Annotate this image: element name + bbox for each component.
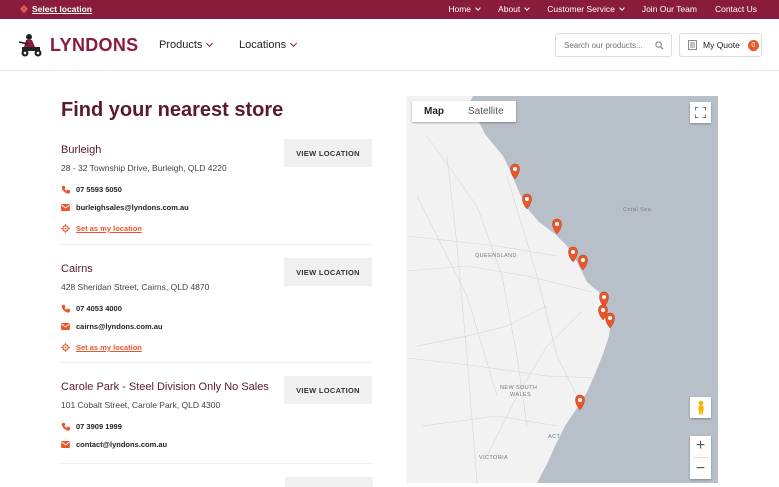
divider — [61, 463, 372, 464]
zoom-controls: + − — [690, 436, 711, 479]
store-email-row: contact@lyndons.com.au — [61, 440, 372, 449]
set-as-my-location-link[interactable]: Set as my location — [61, 224, 372, 233]
location-target-icon — [20, 5, 28, 13]
view-location-button[interactable]: VIEW LOCATION — [284, 139, 372, 167]
top-nav-customer-service[interactable]: Customer Service — [547, 4, 625, 14]
my-quote-button[interactable]: My Quote 0 — [679, 33, 762, 57]
phone-icon — [61, 422, 70, 431]
map-pin[interactable] — [575, 394, 585, 411]
email-icon — [61, 441, 70, 448]
store-card-burleigh: Burleigh 28 - 32 Township Drive, Burleig… — [61, 139, 372, 239]
map-markers — [510, 163, 615, 411]
chevron-down-icon — [475, 4, 481, 11]
top-nav-customer-service-label: Customer Service — [547, 4, 615, 14]
top-nav-contact-us[interactable]: Contact Us — [715, 4, 757, 14]
store-card-carole-park: Carole Park - Steel Division Only No Sal… — [61, 376, 372, 456]
set-as-my-location-label: Set as my location — [76, 224, 142, 233]
search-input[interactable] — [556, 34, 651, 56]
site-header: LYNDONS Products Locations My Quote 0 — [0, 19, 779, 71]
view-location-button[interactable]: VIEW LOCATION — [284, 258, 372, 286]
store-phone[interactable]: 07 3909 1999 — [76, 422, 122, 431]
select-location-link[interactable]: Select location — [20, 4, 92, 14]
top-bar: Select location Home About Customer Serv… — [0, 0, 779, 19]
select-location-label: Select location — [32, 4, 92, 14]
street-view-pegman-icon[interactable] — [690, 397, 711, 418]
map-pin[interactable] — [522, 193, 532, 210]
zoom-in-button[interactable]: + — [696, 437, 705, 455]
set-as-my-location-label: Set as my location — [76, 343, 142, 352]
map-pin[interactable] — [510, 163, 520, 180]
store-map[interactable]: Map Satellite Coral Sea QUEENSLAND NEW S… — [407, 96, 718, 483]
chevron-down-icon — [618, 4, 625, 11]
nav-locations[interactable]: Locations — [239, 39, 298, 51]
divider — [61, 244, 372, 245]
logo-text: LYNDONS — [50, 34, 139, 55]
logo-mower-icon — [18, 34, 42, 57]
nav-products[interactable]: Products — [159, 39, 214, 51]
view-location-button[interactable]: VIEW LOCATION — [284, 376, 372, 404]
top-nav: Home About Customer Service Join Our Tea… — [448, 4, 757, 14]
quote-list-icon — [688, 40, 697, 50]
page-title: Find your nearest store — [61, 99, 284, 121]
location-target-icon — [61, 224, 70, 233]
quote-count-badge: 0 — [747, 39, 759, 51]
store-email[interactable]: cairns@lyndons.com.au — [76, 322, 163, 331]
chevron-down-icon — [290, 39, 298, 47]
search-box — [555, 33, 672, 57]
my-quote-label: My Quote — [703, 40, 740, 50]
chevron-down-icon — [206, 39, 214, 47]
store-email[interactable]: burleighsales@lyndons.com.au — [76, 203, 189, 212]
store-phone[interactable]: 07 4053 4000 — [76, 304, 122, 313]
store-card-cairns: Cairns 428 Sheridan Street, Cairns, QLD … — [61, 258, 372, 358]
map-pin[interactable] — [599, 291, 609, 308]
set-as-my-location-link[interactable]: Set as my location — [61, 343, 372, 352]
top-nav-about[interactable]: About — [498, 4, 531, 14]
zoom-divider — [693, 457, 708, 458]
map-pin[interactable] — [578, 254, 588, 271]
zoom-out-button[interactable]: − — [696, 460, 705, 478]
view-location-button-partial[interactable] — [285, 477, 373, 487]
top-nav-home-label: Home — [448, 4, 472, 14]
nav-products-label: Products — [159, 39, 203, 51]
divider — [61, 362, 372, 363]
email-icon — [61, 323, 70, 330]
logo[interactable]: LYNDONS — [16, 32, 138, 58]
chevron-down-icon — [524, 4, 531, 11]
store-email-row: burleighsales@lyndons.com.au — [61, 203, 372, 212]
store-phone-row: 07 4053 4000 — [61, 304, 372, 313]
top-nav-about-label: About — [498, 4, 521, 14]
map-pin[interactable] — [568, 246, 578, 263]
store-email[interactable]: contact@lyndons.com.au — [76, 440, 167, 449]
phone-icon — [61, 185, 70, 194]
store-email-row: cairns@lyndons.com.au — [61, 322, 372, 331]
location-target-icon — [61, 343, 70, 352]
map-pin[interactable] — [552, 218, 562, 235]
store-phone[interactable]: 07 5593 5050 — [76, 185, 122, 194]
nav-locations-label: Locations — [239, 39, 287, 51]
search-icon[interactable] — [655, 41, 664, 50]
store-phone-row: 07 3909 1999 — [61, 422, 372, 431]
top-nav-home[interactable]: Home — [448, 4, 481, 14]
email-icon — [61, 204, 70, 211]
phone-icon — [61, 304, 70, 313]
top-nav-join-our-team[interactable]: Join Our Team — [642, 4, 697, 14]
store-phone-row: 07 5593 5050 — [61, 185, 372, 194]
map-pin[interactable] — [605, 312, 615, 329]
